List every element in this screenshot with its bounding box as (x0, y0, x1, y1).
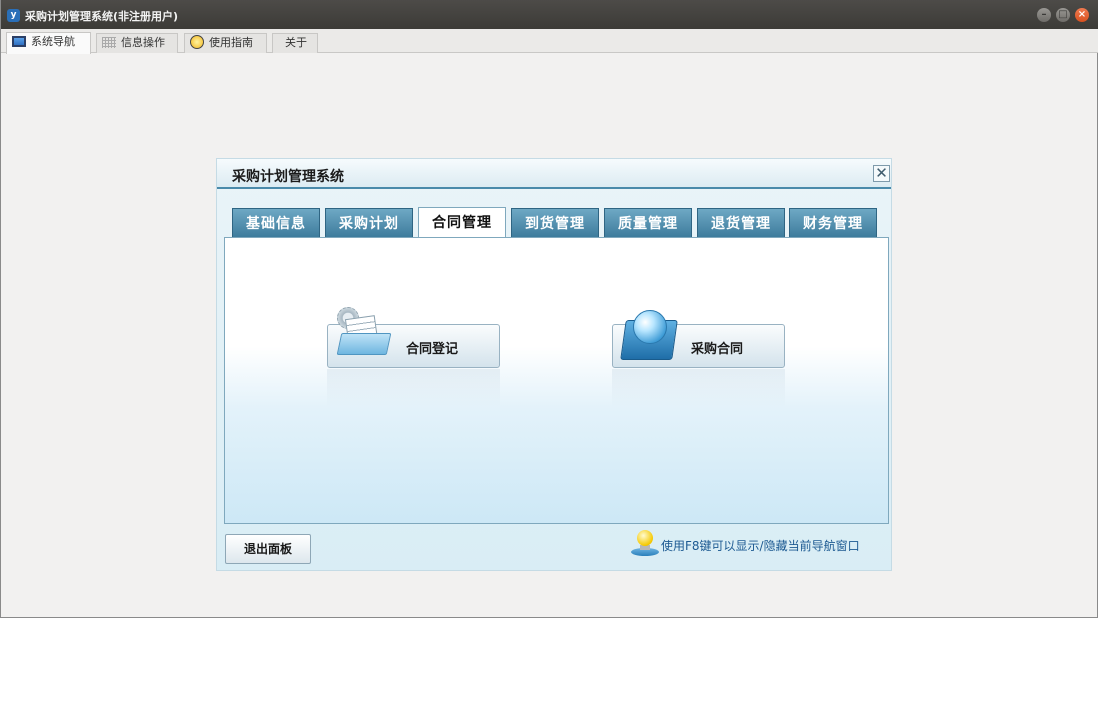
grid-icon (102, 37, 116, 48)
window-title: 采购计划管理系统(非注册用户) (25, 10, 179, 23)
purchase-contract-button[interactable]: 采购合同 (612, 310, 785, 368)
panel-header: 采购计划管理系统 ✕ (217, 159, 891, 189)
app-window: y 采购计划管理系统(非注册用户) – □ × 系统导航 信息操作 使用指南 关… (0, 0, 1098, 618)
maximize-button[interactable]: □ (1056, 8, 1070, 22)
module-tab-arrival-management[interactable]: 到货管理 (511, 208, 599, 238)
module-tab-return-management[interactable]: 退货管理 (697, 208, 785, 238)
panel-title: 采购计划管理系统 (232, 169, 344, 185)
minimize-button[interactable]: – (1037, 8, 1051, 22)
hint-text: 使用F8键可以显示/隐藏当前导航窗口 (661, 539, 860, 553)
folder-document-icon (333, 307, 392, 359)
tab-info-operation[interactable]: 信息操作 (96, 33, 178, 53)
tab-label: 信息操作 (121, 36, 165, 49)
guide-icon (190, 35, 204, 49)
top-tab-bar: 系统导航 信息操作 使用指南 关于 (1, 29, 1098, 54)
purchase-contract-label: 采购合同 (691, 342, 744, 357)
contract-register-label: 合同登记 (406, 342, 459, 357)
panel-close-button[interactable]: ✕ (873, 165, 890, 182)
tab-label: 系统导航 (31, 35, 75, 48)
module-tab-finance-management[interactable]: 财务管理 (789, 208, 877, 238)
module-tab-purchase-plan[interactable]: 采购计划 (325, 208, 413, 238)
close-window-button[interactable]: × (1075, 8, 1089, 22)
navigation-panel: 采购计划管理系统 ✕ 基础信息 采购计划 合同管理 到货管理 质量管理 退货管理… (216, 158, 892, 571)
tab-about[interactable]: 关于 (272, 33, 318, 53)
tab-user-guide[interactable]: 使用指南 (184, 33, 267, 53)
monitor-icon (12, 36, 26, 47)
tab-label: 使用指南 (209, 36, 253, 49)
lightbulb-icon (631, 530, 659, 558)
globe-icon (620, 310, 678, 364)
module-tab-contract-management[interactable]: 合同管理 (418, 207, 506, 239)
module-tab-basic-info[interactable]: 基础信息 (232, 208, 320, 238)
title-bar[interactable]: y 采购计划管理系统(非注册用户) – □ × (1, 0, 1098, 29)
button-reflection (612, 369, 785, 409)
hint-bar: 使用F8键可以显示/隐藏当前导航窗口 (631, 530, 889, 560)
button-reflection (327, 369, 500, 409)
tab-system-navigation[interactable]: 系统导航 (6, 32, 91, 54)
module-tab-quality-management[interactable]: 质量管理 (604, 208, 692, 238)
contract-register-button[interactable]: 合同登记 (327, 307, 500, 368)
app-logo-icon: y (7, 9, 20, 22)
exit-panel-button[interactable]: 退出面板 (225, 534, 311, 564)
module-content-area: 合同登记 采购合同 (224, 237, 889, 524)
tab-label: 关于 (285, 36, 307, 49)
